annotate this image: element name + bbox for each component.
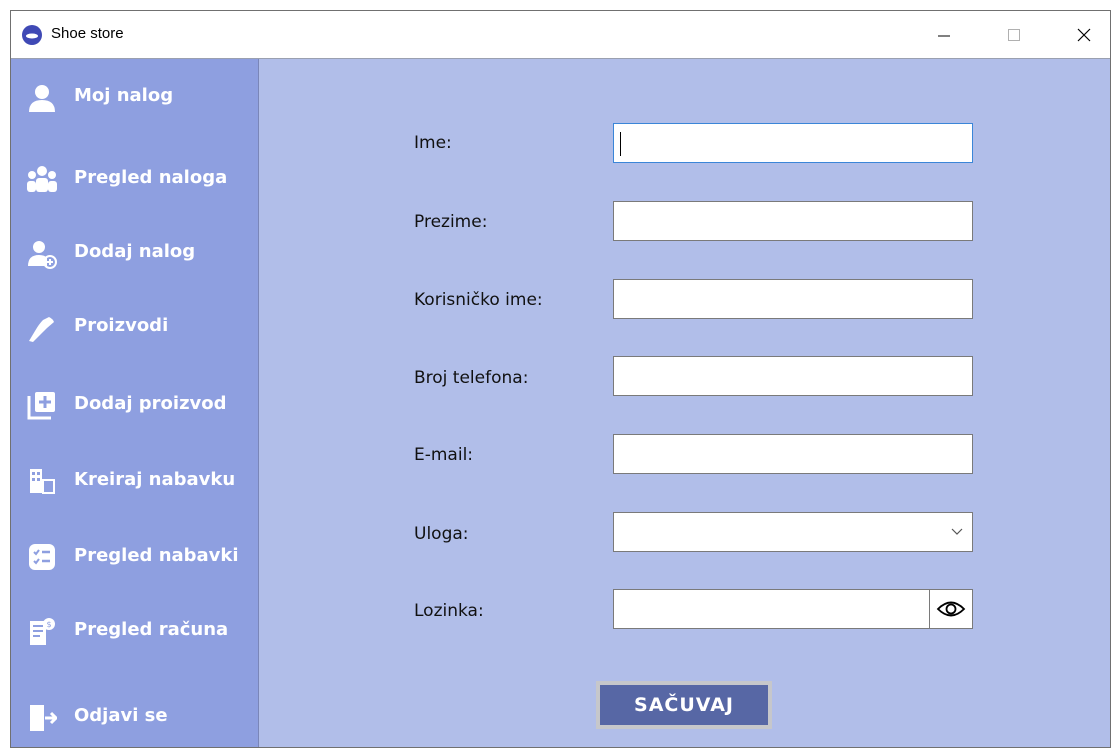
email-input[interactable] [613,434,973,474]
save-button[interactable]: SAČUVAJ [596,681,772,729]
sidebar-item-pregled-nabavki[interactable]: Pregled nabavki [11,527,259,585]
first-name-text[interactable] [614,124,972,162]
sidebar-item-label: Dodaj proizvod [74,393,227,414]
shoe-icon [29,317,54,342]
phone-label: Broj telefona: [414,368,529,388]
minimize-button[interactable] [921,11,967,58]
password-field [613,589,973,629]
first-name-label: Ime: [414,133,452,153]
text-caret [620,132,621,156]
supply-icon [30,469,55,494]
username-text[interactable] [614,280,972,318]
maximize-icon [1008,28,1020,41]
users-icon [27,166,57,192]
username-label: Korisničko ime: [414,290,543,310]
close-button[interactable] [1061,11,1107,58]
add-box-icon [27,392,55,420]
password-input[interactable] [614,590,972,628]
email-text[interactable] [614,435,972,473]
bill-icon: $ [30,618,55,645]
eye-icon [936,601,966,617]
email-label: E-mail: [414,445,474,465]
app-window: Shoe store Moj nalog Pregled naloga Doda… [10,10,1111,748]
window-title: Shoe store [51,25,124,42]
role-select[interactable] [613,512,973,552]
svg-text:$: $ [46,620,51,629]
chevron-down-icon [951,528,963,535]
sidebar-item-dodaj-nalog[interactable]: Dodaj nalog [11,223,259,281]
sidebar-item-label: Moj nalog [74,85,174,106]
title-bar: Shoe store [11,11,1110,59]
sidebar-item-pregled-racuna[interactable]: $ Pregled računa [11,603,259,661]
password-label: Lozinka: [414,601,484,621]
first-name-input[interactable] [613,123,973,163]
sidebar-item-label: Dodaj nalog [74,241,196,262]
logout-button[interactable]: Odjavi se [11,683,259,741]
logout-label: Odjavi se [74,705,168,726]
app-logo-icon [22,25,42,45]
sidebar-item-moj-nalog[interactable]: Moj nalog [11,71,259,129]
last-name-input[interactable] [613,201,973,241]
sidebar-item-kreiraj-nabavku[interactable]: Kreiraj nabavku [11,451,259,509]
sidebar-item-label: Pregled računa [74,619,229,640]
sidebar-item-label: Proizvodi [74,315,169,336]
minimize-icon [938,35,950,36]
sidebar: Moj nalog Pregled naloga Dodaj nalog Pro… [11,59,259,747]
phone-input[interactable] [613,356,973,396]
user-icon [29,85,55,112]
username-input[interactable] [613,279,973,319]
phone-text[interactable] [614,357,972,395]
role-label: Uloga: [414,524,469,544]
sidebar-item-label: Kreiraj nabavku [74,469,236,490]
sidebar-item-pregled-naloga[interactable]: Pregled naloga [11,147,259,205]
add-user-icon [28,241,57,269]
maximize-button[interactable] [991,11,1037,58]
close-icon [1077,28,1091,41]
sidebar-item-label: Pregled nabavki [74,545,239,566]
sidebar-item-dodaj-proizvod[interactable]: Dodaj proizvod [11,375,259,433]
checklist-icon [29,544,55,570]
last-name-text[interactable] [614,202,972,240]
show-password-button[interactable] [929,590,972,628]
sidebar-item-label: Pregled naloga [74,167,228,188]
logout-icon [30,705,57,731]
last-name-label: Prezime: [414,212,488,232]
sidebar-item-proizvodi[interactable]: Proizvodi [11,299,259,357]
